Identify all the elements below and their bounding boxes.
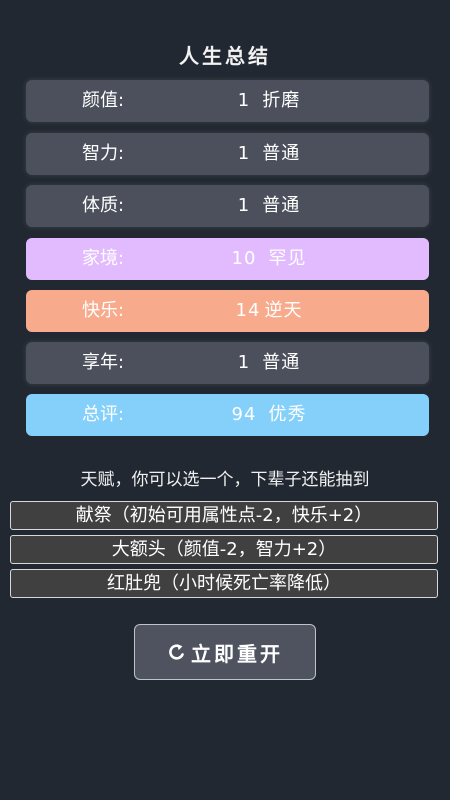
stat-row-happiness: 快乐: 14 逆天 — [26, 290, 429, 332]
stat-row-constitution: 体质: 1 普通 — [26, 185, 429, 227]
stat-value: 1 折磨 — [204, 80, 334, 122]
stat-label: 总评: — [82, 404, 125, 425]
stat-number: 10 — [231, 248, 257, 269]
stat-label: 智力: — [82, 143, 125, 164]
stat-grade: 罕见 — [268, 248, 307, 269]
stat-row-lifespan: 享年: 1 普通 — [26, 342, 429, 384]
stat-number: 94 — [231, 404, 257, 425]
stat-grade: 普通 — [262, 352, 301, 373]
stat-grade: 普通 — [262, 195, 301, 216]
stat-row-overall: 总评: 94 优秀 — [26, 394, 429, 436]
talent-option-red-bib[interactable]: 红肚兜（小时候死亡率降低） — [10, 569, 438, 598]
talent-option-sacrifice[interactable]: 献祭（初始可用属性点-2，快乐+2） — [10, 501, 438, 530]
stat-value: 1 普通 — [204, 342, 334, 384]
stat-value: 14 逆天 — [204, 290, 334, 332]
restart-icon — [167, 642, 187, 662]
stat-value: 94 优秀 — [204, 394, 334, 436]
stat-number: 1 — [237, 143, 251, 164]
talent-caption: 天赋，你可以选一个，下辈子还能抽到 — [80, 470, 370, 490]
stat-row-appearance: 颜值: 1 折磨 — [26, 80, 429, 122]
stat-label: 家境: — [82, 248, 125, 269]
page-title: 人生总结 — [179, 44, 271, 68]
stat-value: 1 普通 — [204, 133, 334, 175]
stat-label: 快乐: — [82, 300, 125, 321]
stat-value: 10 罕见 — [204, 238, 334, 280]
stat-number: 1 — [237, 90, 251, 111]
stat-row-family: 家境: 10 罕见 — [26, 238, 429, 280]
stat-label: 颜值: — [82, 90, 125, 111]
restart-label: 立即重开 — [191, 641, 283, 666]
stat-label: 体质: — [82, 195, 125, 216]
stat-number: 1 — [237, 195, 251, 216]
stat-grade: 逆天 — [264, 300, 303, 321]
stat-grade: 普通 — [262, 143, 301, 164]
stat-number: 14 — [235, 300, 261, 321]
stat-grade: 折磨 — [262, 90, 301, 111]
talent-option-big-forehead[interactable]: 大额头（颜值-2，智力+2） — [10, 535, 438, 564]
stat-grade: 优秀 — [268, 404, 307, 425]
stat-label: 享年: — [82, 352, 125, 373]
stat-number: 1 — [237, 352, 251, 373]
stat-row-intelligence: 智力: 1 普通 — [26, 133, 429, 175]
stat-value: 1 普通 — [204, 185, 334, 227]
restart-button[interactable]: 立即重开 — [134, 624, 316, 680]
